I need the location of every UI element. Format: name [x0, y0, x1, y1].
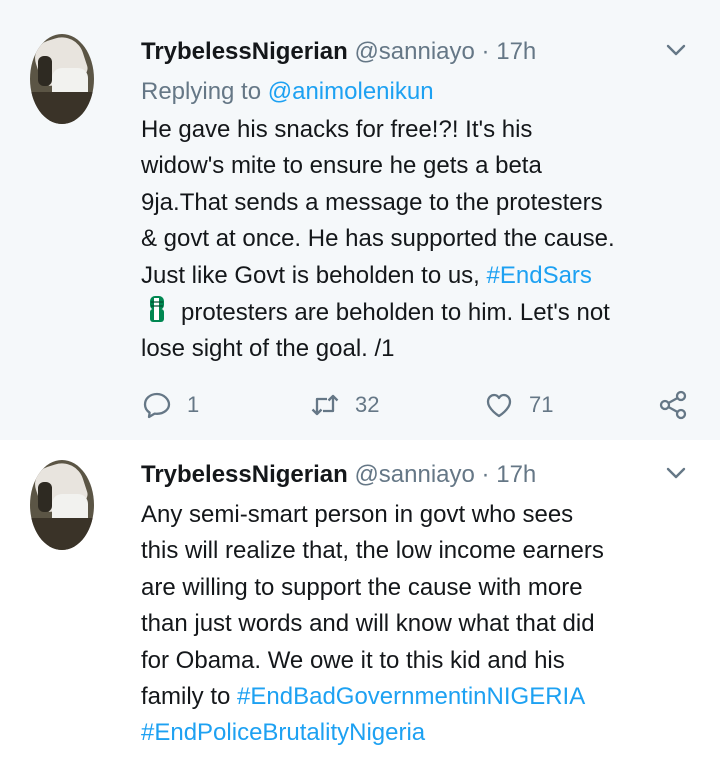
like-icon: [486, 393, 512, 418]
tweet-text: Any semi-smart person in govt who sees t…: [141, 497, 701, 752]
tweet-1[interactable]: Replying to @animolenikun He gave his sn…: [0, 0, 720, 440]
tweet-text-segment: protesters are beholden to him. Let's no…: [181, 299, 610, 327]
replying-to-label: Replying to: [141, 78, 262, 105]
reply-button[interactable]: 1: [141, 385, 199, 425]
like-count: 71: [529, 392, 554, 417]
tweet-text: He gave his snacks for free!?! It's his …: [141, 112, 701, 368]
tweet-1-header: TrybelessNigerian @sanniayo · 17h: [141, 38, 536, 66]
hashtag-endsars[interactable]: #EndSars: [487, 262, 592, 289]
timestamp[interactable]: 17h: [496, 461, 536, 488]
separator-dot: ·: [481, 38, 490, 65]
tweet-line: 9ja.That sends a message to the proteste…: [141, 188, 603, 216]
timestamp[interactable]: 17h: [496, 38, 536, 65]
chevron-down-icon[interactable]: [664, 461, 688, 485]
tweet-line: family to #EndBadGovernmentinNIGERIA: [141, 679, 701, 715]
tweet-line: Any semi-smart person in govt who sees: [141, 501, 574, 528]
like-button[interactable]: 71: [483, 385, 553, 425]
share-icon: [659, 390, 687, 420]
retweet-icon: [311, 394, 339, 416]
hashtag-endpolicebrutalitynigeria[interactable]: #EndPoliceBrutalityNigeria: [141, 715, 701, 751]
hashtag-endbadgovernmentinnigeria[interactable]: #EndBadGovernmentinNIGERIA: [237, 683, 585, 710]
user-handle[interactable]: @sanniayo: [354, 38, 474, 65]
tweet-2-header: TrybelessNigerian @sanniayo · 17h: [141, 461, 536, 489]
chevron-down-icon[interactable]: [664, 38, 688, 62]
reply-icon: [143, 392, 171, 419]
tweet-line: than just words and will know what that …: [141, 610, 595, 638]
display-name[interactable]: TrybelessNigerian: [141, 38, 348, 65]
tweet-line: widow's mite to ensure he gets a beta: [141, 152, 542, 180]
user-handle[interactable]: @sanniayo: [354, 461, 474, 488]
tweet-line: for Obama. We owe it to this kid and his: [141, 646, 565, 674]
retweet-button[interactable]: 32: [309, 385, 379, 425]
tweet-line: Just like Govt is beholden to us, #EndSa…: [141, 258, 701, 294]
tweet-actions: 1 32 71: [141, 385, 701, 425]
separator-dot: ·: [481, 461, 490, 488]
tweet-line: & govt at once. He has supported the cau…: [141, 225, 615, 253]
tweet-line: are willing to support the cause with mo…: [141, 573, 583, 601]
reply-count: 1: [187, 392, 200, 417]
tweet-text-segment: family to: [141, 683, 238, 711]
retweet-count: 32: [355, 392, 380, 417]
display-name[interactable]: TrybelessNigerian: [141, 461, 348, 488]
tweet-line: He gave his snacks for free!?! It's his: [141, 116, 533, 143]
raised-fist-emoji: [150, 296, 164, 323]
tweet-text-segment: Just like Govt is beholden to us,: [141, 261, 487, 289]
tweet-line: protesters are beholden to him. Let's no…: [141, 294, 701, 331]
replying-to: Replying to @animolenikun: [141, 78, 434, 106]
avatar[interactable]: [30, 460, 94, 550]
tweet-line: this will realize that, the low income e…: [141, 537, 604, 565]
reply-mention-link[interactable]: @animolenikun: [268, 78, 434, 105]
share-button[interactable]: [657, 385, 689, 425]
avatar[interactable]: [30, 34, 94, 124]
tweet-line: lose sight of the goal. /1: [141, 335, 395, 363]
